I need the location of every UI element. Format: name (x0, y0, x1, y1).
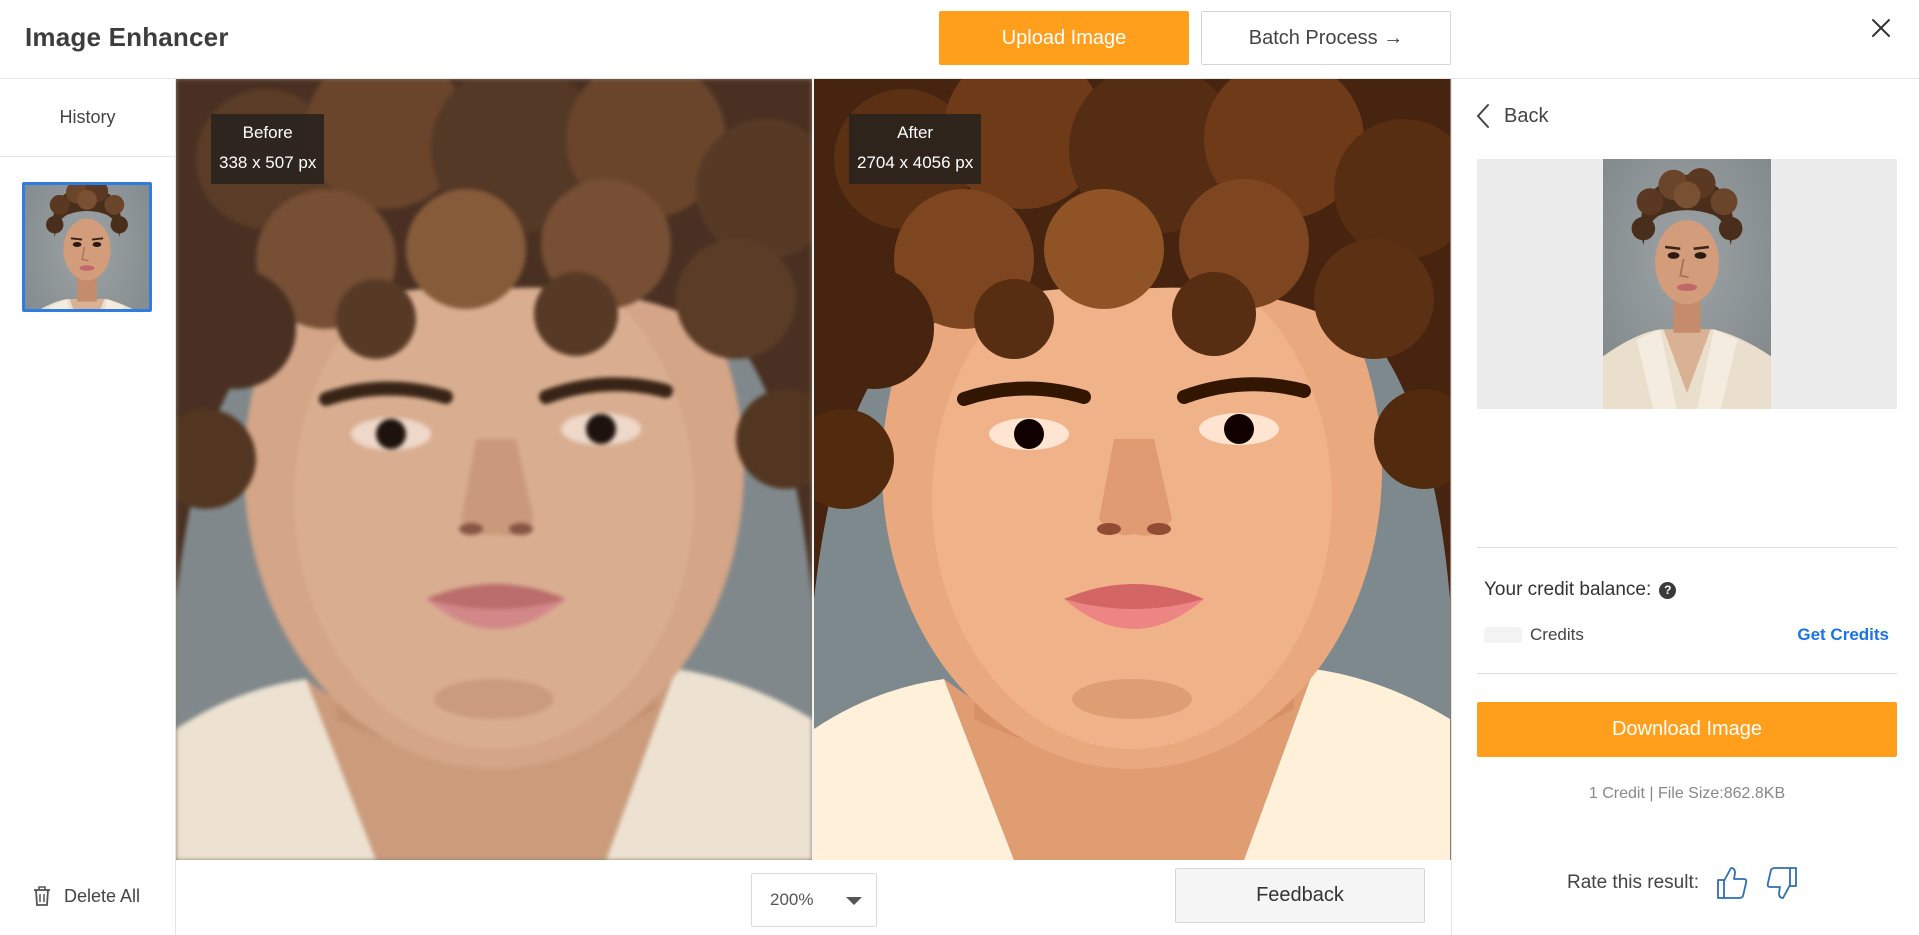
divider (1477, 547, 1897, 548)
zoom-select[interactable]: 200% (751, 873, 877, 927)
credits-row: Credits (1484, 625, 1584, 645)
help-icon[interactable]: ? (1659, 581, 1677, 599)
history-thumbnail[interactable] (22, 182, 152, 312)
after-tag: After 2704 x 4056 px (849, 114, 982, 184)
history-sidebar: History Delete All (0, 79, 176, 935)
download-image-button[interactable]: Download Image (1477, 702, 1897, 757)
before-size: 338 x 507 px (219, 153, 317, 172)
feedback-button[interactable]: Feedback (1175, 868, 1425, 923)
before-image[interactable] (176, 79, 812, 860)
thumbs-up-icon[interactable] (1715, 865, 1749, 901)
result-preview (1477, 159, 1897, 409)
close-icon[interactable] (1865, 12, 1897, 44)
tab-history[interactable]: History (0, 79, 175, 157)
delete-all-label: Delete All (64, 885, 141, 906)
get-credits-link[interactable]: Get Credits (1797, 625, 1889, 645)
result-panel: Back Your credit balance: ? Credits Get … (1451, 79, 1919, 935)
credit-balance: Your credit balance: ? (1484, 579, 1677, 601)
rate-label: Rate this result: (1567, 872, 1699, 893)
credits-amount-redacted (1484, 627, 1522, 643)
before-label: Before (242, 123, 293, 142)
batch-process-button[interactable]: Batch Process → (1201, 11, 1451, 65)
thumbs-down-icon[interactable] (1765, 865, 1799, 901)
app-header: Image Enhancer Upload Image Batch Proces… (0, 0, 1919, 79)
credits-label: Credits (1530, 625, 1584, 644)
app-title: Image Enhancer (25, 22, 229, 52)
trash-icon (34, 886, 50, 906)
zoom-value: 200% (770, 890, 814, 909)
upload-image-button[interactable]: Upload Image (939, 11, 1189, 65)
back-label: Back (1504, 104, 1549, 127)
after-image[interactable] (814, 79, 1450, 860)
back-button[interactable]: Back (1476, 103, 1548, 129)
compare-viewer[interactable]: Before 338 x 507 px After 2704 x 4056 px (176, 79, 1451, 860)
after-size: 2704 x 4056 px (857, 153, 974, 172)
after-label: After (897, 123, 934, 142)
before-tag: Before 338 x 507 px (211, 114, 325, 184)
delete-all-button[interactable]: Delete All (32, 885, 140, 907)
rate-result: Rate this result: (1567, 865, 1799, 901)
chevron-left-icon (1476, 104, 1489, 128)
file-info: 1 Credit | File Size:862.8KB (1588, 785, 1786, 802)
viewer-toolbar: 200% Feedback (176, 860, 1451, 935)
chevron-down-icon (846, 897, 862, 905)
result-thumbnail (1603, 159, 1771, 409)
credit-balance-label: Your credit balance: (1484, 579, 1652, 600)
divider (1477, 673, 1897, 674)
